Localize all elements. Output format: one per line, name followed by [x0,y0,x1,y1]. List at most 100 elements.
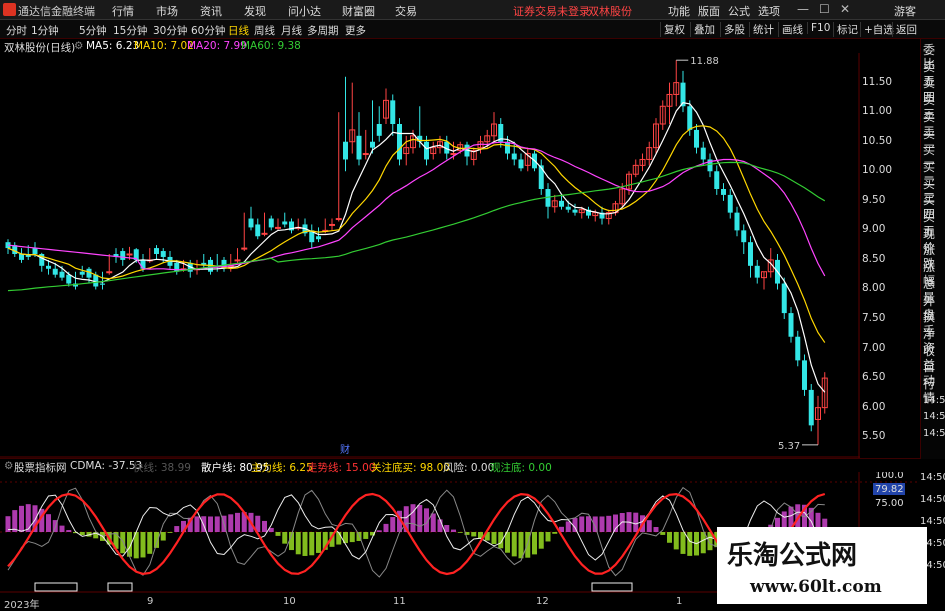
cdma-bar [579,516,585,532]
menu-options[interactable]: 选项 [758,3,780,19]
period-30min[interactable]: 30分钟 [153,23,187,38]
candle-body [140,259,146,269]
title-bar: 通达信金融终端 行情 市场 资讯 发现 问小达 财富圈 交易 证券交易未登录 双… [0,0,945,20]
f10-button[interactable]: F10 [807,22,830,34]
candlestick-chart[interactable]: 11.88 5.37 财 [0,53,860,458]
candle-body [781,283,787,314]
candle-body [518,159,524,169]
period-more[interactable]: 更多 [345,23,366,38]
multi-stock-button[interactable]: 多股 [720,22,745,37]
price-tick: 8.00 [862,282,886,295]
ind-axis-label: 75.00 [875,498,904,509]
menu-wealth[interactable]: 财富圈 [342,3,375,19]
cdma-bar [19,505,24,532]
cdma-bar [147,532,153,554]
period-weekly[interactable]: 周线 [254,23,275,38]
candle-body [316,236,321,240]
price-tick: 10.00 [862,164,893,177]
period-1min[interactable]: 1分钟 [31,23,59,38]
bottom-signal-box [34,582,78,592]
candle-body [356,135,362,160]
candle-body [32,248,38,254]
back-button[interactable]: 返回 [892,22,917,37]
cdma-bar [518,532,524,559]
menu-function[interactable]: 功能 [668,3,690,19]
indicator-legend: ⚙ 股票指标网 CDMA: -37.53 快线: 38.99 散户线: 80.9… [0,458,920,474]
app-logo [3,3,16,16]
candle-body [120,251,126,260]
date-label: 12 [536,596,549,607]
cdma-bar [646,520,652,532]
overlay-button[interactable]: 叠加 [690,22,715,37]
cdma-bar [228,514,234,532]
candle-body [126,253,133,256]
cdma-bar [673,532,679,550]
bottom-signal-box [107,582,133,592]
menu-exchange[interactable]: 市场 [156,3,178,19]
stats-button[interactable]: 统计 [749,22,774,37]
high-mark-label: 11.88 [690,56,719,67]
candle-body [694,129,699,148]
cdma-bar [235,512,240,532]
stock-short-name: 双林股份 [588,5,632,18]
candle-body [19,254,24,260]
candle-body [376,124,382,136]
period-60min[interactable]: 60分钟 [191,23,225,38]
indicator-cdma: CDMA: -37.53 [70,460,143,472]
cdma-bar [606,515,612,532]
candle-body [100,283,105,285]
login-notice[interactable]: 证券交易未登录 [513,3,590,19]
period-monthly[interactable]: 月线 [281,23,302,38]
draw-button[interactable]: 画线 [778,22,803,37]
candle-body [721,189,726,195]
period-5min[interactable]: 5分钟 [79,23,107,38]
cdma-bar [295,532,301,555]
cdma-bar [700,532,706,554]
menu-discover[interactable]: 发现 [244,3,266,19]
cdma-bar [538,532,544,549]
minimize-icon[interactable]: — [797,2,809,16]
price-tick: 9.00 [862,223,886,236]
add-watchlist-button[interactable]: +自选 [860,22,894,37]
ma5-label: MA5: 6.23 [86,40,140,52]
side-item[interactable]: 14:50 [923,410,945,424]
period-multi[interactable]: 多周期 [307,23,339,38]
adjust-button[interactable]: 复权 [660,22,685,37]
menu-wenxiaoda[interactable]: 问小达 [288,3,321,19]
cdma-bar [349,532,355,543]
cdma-bar [532,532,537,555]
cdma-bar [687,532,693,556]
mark-button[interactable]: 标记 [833,22,858,37]
ind-right-time: 14:50 [920,472,945,483]
candle-body [700,147,706,160]
side-item[interactable]: 14:50 [923,394,945,408]
period-intraday[interactable]: 分时 [6,23,27,38]
cdma-bar [491,532,497,544]
candle-body [160,251,166,257]
ma20-label: MA20: 7.99 [187,40,247,52]
side-item[interactable]: 14:50 [923,427,945,441]
indicator-settings-icon[interactable]: ⚙ [4,460,13,472]
cdma-bar [302,532,308,556]
menu-layout[interactable]: 版面 [698,3,720,19]
menu-formula[interactable]: 公式 [728,3,750,19]
candle-body [268,218,274,228]
cdma-bar [545,532,551,542]
candle-body [255,224,261,237]
candle-body [370,141,375,148]
low-mark-label: 5.37 [778,441,800,452]
settings-icon[interactable]: ⚙ [74,40,83,52]
period-daily[interactable]: 日线 [228,23,249,38]
candle-body [808,389,814,426]
cdma-bar [552,532,558,534]
candle-body [748,242,753,266]
price-tick: 7.00 [862,341,886,354]
menu-news[interactable]: 资讯 [200,3,222,19]
close-icon[interactable]: ✕ [840,2,850,16]
menu-market[interactable]: 行情 [112,3,134,19]
maximize-icon[interactable]: ☐ [819,2,830,16]
menu-trade[interactable]: 交易 [395,3,417,19]
guest-user[interactable]: 游客 [894,3,916,19]
watermark-box: 乐淘公式网 www.60lt.com [717,527,927,604]
period-15min[interactable]: 15分钟 [113,23,147,38]
